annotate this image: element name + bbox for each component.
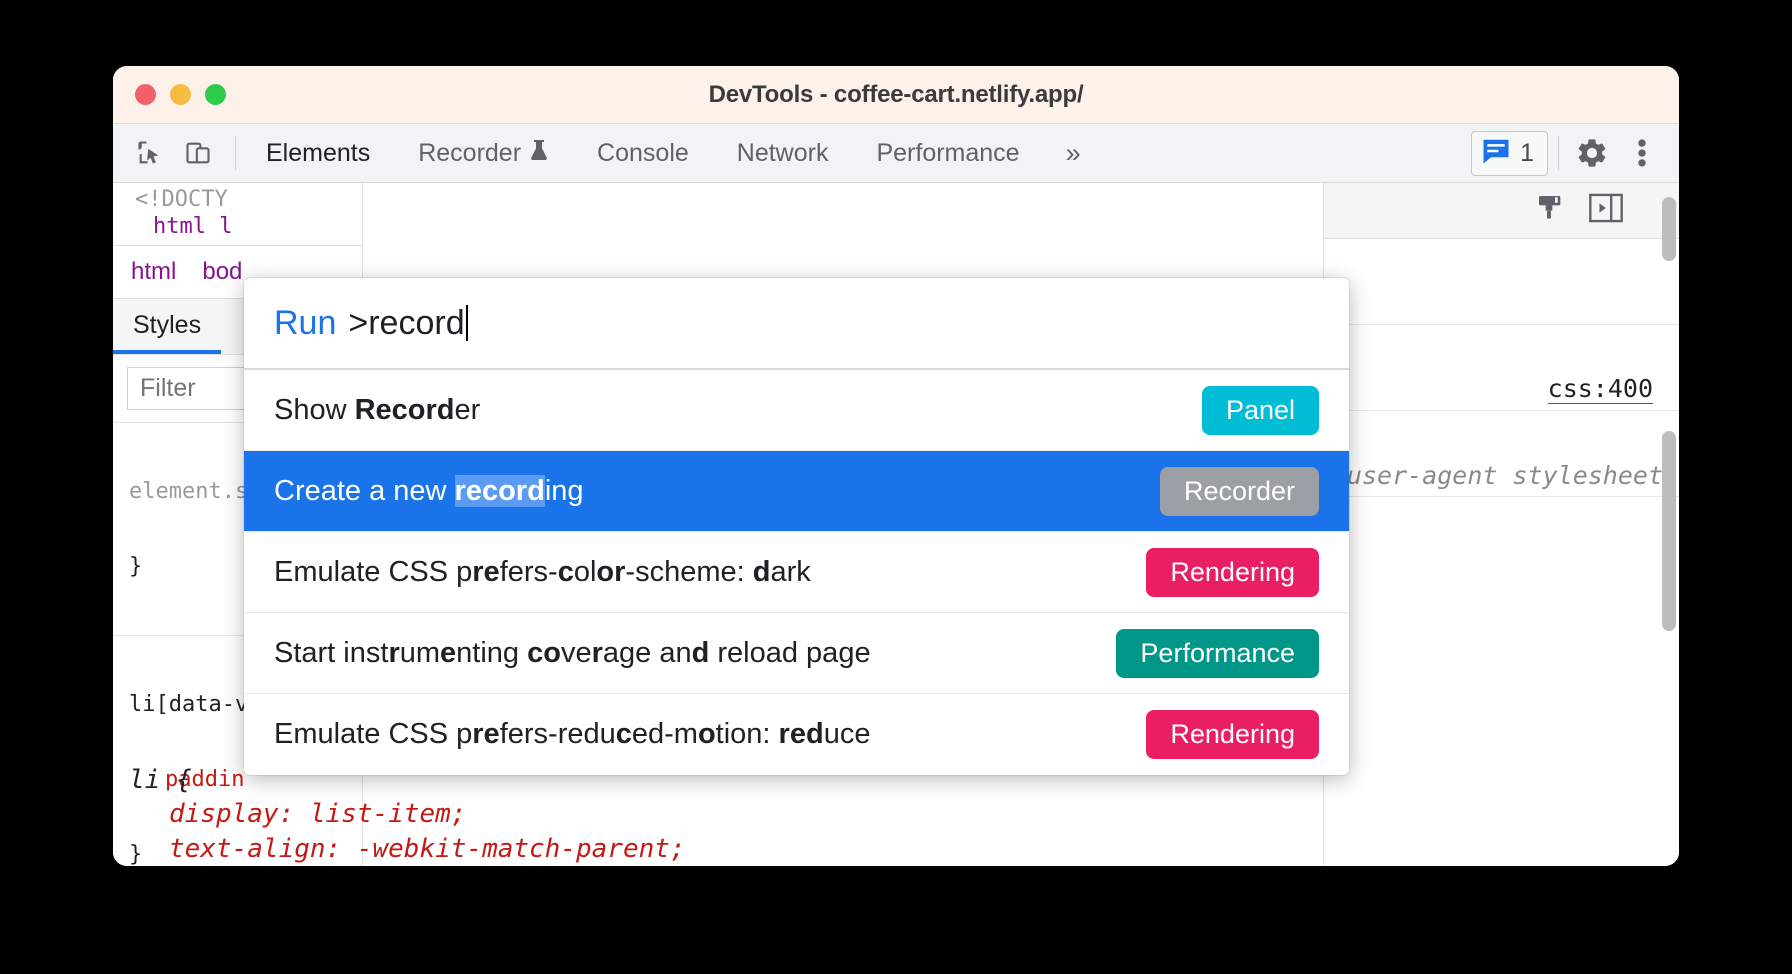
command-palette-row-badge: Recorder (1159, 466, 1319, 516)
styles-sidebar-row: user-agent stylesheet (1324, 411, 1679, 497)
tab-elements[interactable]: Elements (242, 124, 394, 182)
styles-sidebar-row (1324, 239, 1679, 325)
command-palette-row[interactable]: Emulate CSS prefers-color-scheme: dark Re… (244, 532, 1349, 613)
more-tabs-chevron-icon[interactable]: » (1044, 138, 1103, 169)
tab-performance[interactable]: Performance (852, 124, 1043, 182)
command-palette-prefix: Run (274, 303, 337, 342)
messages-badge[interactable]: 1 (1471, 130, 1548, 176)
tab-console-label: Console (597, 138, 689, 167)
maximize-window-button[interactable] (205, 84, 226, 105)
tab-console[interactable]: Console (573, 124, 713, 182)
flask-icon (529, 138, 549, 168)
command-palette-row-label: Emulate CSS prefers-color-scheme: dark (274, 555, 811, 588)
command-palette-results: Show Recorder Panel Create a new recording… (244, 370, 1349, 775)
gear-icon[interactable] (1569, 130, 1615, 176)
breadcrumb-item-body[interactable]: bod (202, 258, 242, 286)
screen-root: DevTools - coffee-cart.netlify.app/ Elem… (0, 0, 1792, 974)
styles-sidebar-toolbar (1324, 183, 1679, 239)
command-palette-row-badge: Rendering (1146, 547, 1319, 597)
devtools-body: <!DOCTY html l html bod Styles Filter el… (113, 183, 1679, 866)
device-toolbar-icon[interactable] (177, 132, 219, 174)
devtools-window: DevTools - coffee-cart.netlify.app/ Elem… (113, 66, 1679, 866)
devtools-toolbar: Elements Recorder Console Network Perfor… (113, 124, 1679, 183)
dom-html-line[interactable]: html l (113, 212, 362, 245)
window-title: DevTools - coffee-cart.netlify.app/ (708, 80, 1084, 108)
stylesheet-source-link[interactable]: css:400 (1547, 374, 1653, 404)
tab-network[interactable]: Network (713, 124, 853, 182)
styles-sidebar-row: css:400 (1324, 325, 1679, 411)
dom-tree: <!DOCTY html l (113, 183, 362, 246)
command-palette-row-label: Start instrumenting coverage and reload … (274, 636, 871, 669)
traffic-lights (113, 84, 226, 105)
command-palette-row[interactable]: Start instrumenting coverage and reload … (244, 613, 1349, 694)
command-palette-row-label: Create a new recording (274, 474, 584, 507)
window-titlebar: DevTools - coffee-cart.netlify.app/ (113, 66, 1679, 124)
toolbar-right-icons: 1 (1471, 130, 1679, 176)
tab-recorder-label: Recorder (418, 138, 522, 167)
command-palette-row[interactable]: Show Recorder Panel (244, 370, 1349, 451)
command-palette-query: >record (348, 303, 465, 342)
user-agent-stylesheet-label: user-agent stylesheet (1346, 461, 1663, 490)
panel-tabs: Elements Recorder Console Network Perfor… (242, 124, 1103, 182)
text-caret (465, 305, 468, 341)
tab-performance-label: Performance (876, 138, 1020, 167)
command-palette: Run >record Show Recorder Panel Create a n… (244, 278, 1349, 775)
styles-sidebar: css:400 user-agent stylesheet (1323, 183, 1679, 866)
toolbar-divider (235, 136, 236, 170)
command-palette-row-label: Emulate CSS prefers-reduced-motion: redu… (274, 718, 871, 750)
message-bubble-icon (1481, 137, 1511, 170)
command-palette-row-badge: Rendering (1146, 710, 1319, 759)
breadcrumb-item-html[interactable]: html (131, 258, 176, 286)
command-palette-row[interactable]: Create a new recording Recorder (244, 451, 1349, 532)
paintbrush-icon[interactable] (1535, 192, 1567, 229)
command-palette-row-badge: Panel (1201, 385, 1319, 435)
command-palette-row-badge: Performance (1116, 628, 1319, 678)
command-palette-row[interactable]: Emulate CSS prefers-reduced-motion: redu… (244, 694, 1349, 775)
tab-recorder[interactable]: Recorder (394, 124, 573, 182)
close-window-button[interactable] (135, 84, 156, 105)
inspect-element-icon[interactable] (129, 132, 171, 174)
command-palette-row-label: Show Recorder (274, 393, 481, 426)
tab-styles[interactable]: Styles (113, 311, 222, 354)
toggle-sidebar-icon[interactable] (1589, 193, 1623, 228)
minimize-window-button[interactable] (170, 84, 191, 105)
toolbar-left-icons (113, 132, 229, 174)
scrollbar-thumb-main[interactable] (1662, 431, 1676, 631)
dom-doctype-line[interactable]: <!DOCTY (113, 183, 362, 212)
messages-count: 1 (1520, 138, 1534, 167)
tab-network-label: Network (736, 138, 829, 167)
command-palette-input-row[interactable]: Run >record (244, 278, 1349, 370)
scrollbar-thumb-top[interactable] (1662, 197, 1676, 261)
toolbar-divider-2 (1558, 136, 1559, 170)
tab-elements-label: Elements (266, 138, 371, 167)
kebab-menu-icon[interactable] (1619, 130, 1665, 176)
